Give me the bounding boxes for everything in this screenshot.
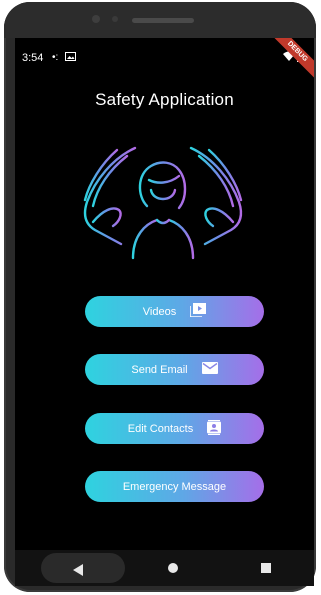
status-time: 3:54 [22, 52, 44, 64]
video-library-icon [189, 303, 207, 320]
email-icon [201, 362, 218, 377]
recents-icon[interactable] [261, 563, 271, 573]
edit-contacts-button[interactable]: Edit Contacts [85, 413, 264, 444]
dots-icon: •: [52, 52, 59, 63]
page-title: Safety Application [95, 90, 234, 109]
videos-button-label: Videos [142, 305, 177, 318]
screen: 3:54 •: DEBUG Safety Application Videos … [15, 38, 314, 586]
send-email-button[interactable]: Send Email [85, 354, 264, 385]
phone-frame: 3:54 •: DEBUG Safety Application Videos … [4, 2, 316, 592]
image-icon [65, 52, 76, 64]
emergency-message-button-label: Emergency Message [122, 480, 227, 493]
emergency-message-button[interactable]: Emergency Message [85, 471, 264, 502]
home-icon[interactable] [168, 563, 178, 573]
front-camera [92, 15, 100, 23]
protecting-hands-icon [83, 146, 243, 260]
contacts-icon [207, 419, 222, 438]
navigation-bar [15, 550, 314, 586]
send-email-button-label: Send Email [131, 363, 188, 376]
status-bar: 3:54 •: DEBUG [15, 38, 314, 81]
sensor [112, 16, 118, 22]
edit-contacts-button-label: Edit Contacts [127, 422, 194, 435]
videos-button[interactable]: Videos [85, 296, 264, 327]
earpiece-speaker [132, 18, 194, 23]
back-icon [73, 564, 83, 576]
back-button[interactable] [41, 553, 125, 583]
top-bezel [4, 2, 316, 38]
